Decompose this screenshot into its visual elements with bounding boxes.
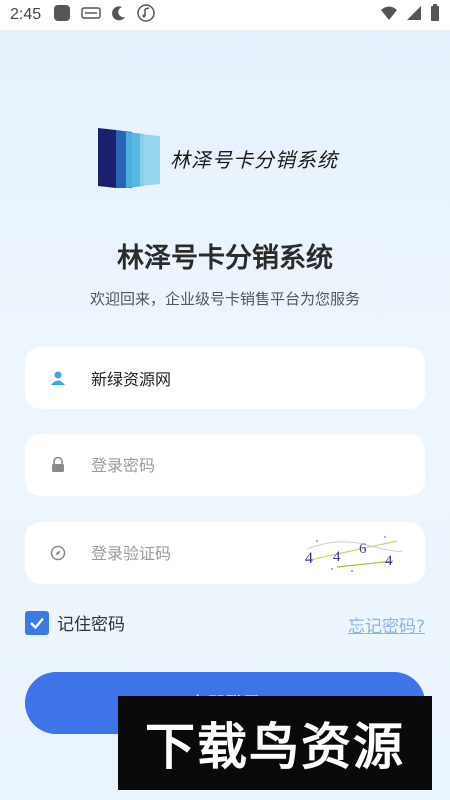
password-field[interactable]: [25, 434, 425, 496]
logo-graphic: [96, 126, 162, 190]
check-icon: [30, 617, 44, 629]
signal-icon: [406, 5, 422, 25]
status-bar: 2:45: [0, 0, 450, 30]
username-field[interactable]: [25, 347, 425, 409]
wifi-icon: [380, 5, 398, 25]
captcha-input[interactable]: [91, 533, 297, 573]
app-icon: [53, 4, 71, 26]
page-subtitle: 欢迎回来，企业级号卡销售平台为您服务: [89, 290, 360, 308]
remember-checkbox[interactable]: [25, 610, 49, 635]
remember-label: 记住密码: [57, 615, 125, 635]
captcha-char: 4: [305, 550, 313, 567]
keyboard-icon: [81, 6, 101, 24]
status-right-icons: [380, 4, 440, 26]
page-title: 林泽号卡分销系统: [117, 243, 333, 274]
lock-icon: [33, 457, 83, 473]
battery-icon: [430, 4, 440, 26]
captcha-field[interactable]: 4 4 6 4: [25, 522, 425, 584]
watermark-text: 下载鸟资源: [145, 718, 405, 776]
captcha-char: 4: [385, 553, 393, 569]
captcha-image[interactable]: 4 4 6 4: [297, 531, 407, 575]
captcha-char: 4: [333, 549, 341, 565]
captcha-char: 6: [359, 541, 367, 557]
logo-text: 林泽号卡分销系统: [170, 147, 338, 172]
password-input[interactable]: [91, 445, 425, 485]
moon-icon: [111, 5, 127, 25]
remember-password[interactable]: 记住密码: [25, 610, 125, 635]
username-input[interactable]: [91, 358, 425, 398]
status-time: 2:45: [10, 6, 42, 23]
watermark-banner: 下载鸟资源: [118, 696, 432, 790]
forgot-password-link[interactable]: 忘记密码?: [348, 612, 425, 637]
music-icon: [137, 4, 155, 26]
app-logo: 林泽号卡分销系统: [96, 126, 376, 190]
user-icon: [33, 370, 83, 386]
compass-icon: [33, 545, 83, 561]
